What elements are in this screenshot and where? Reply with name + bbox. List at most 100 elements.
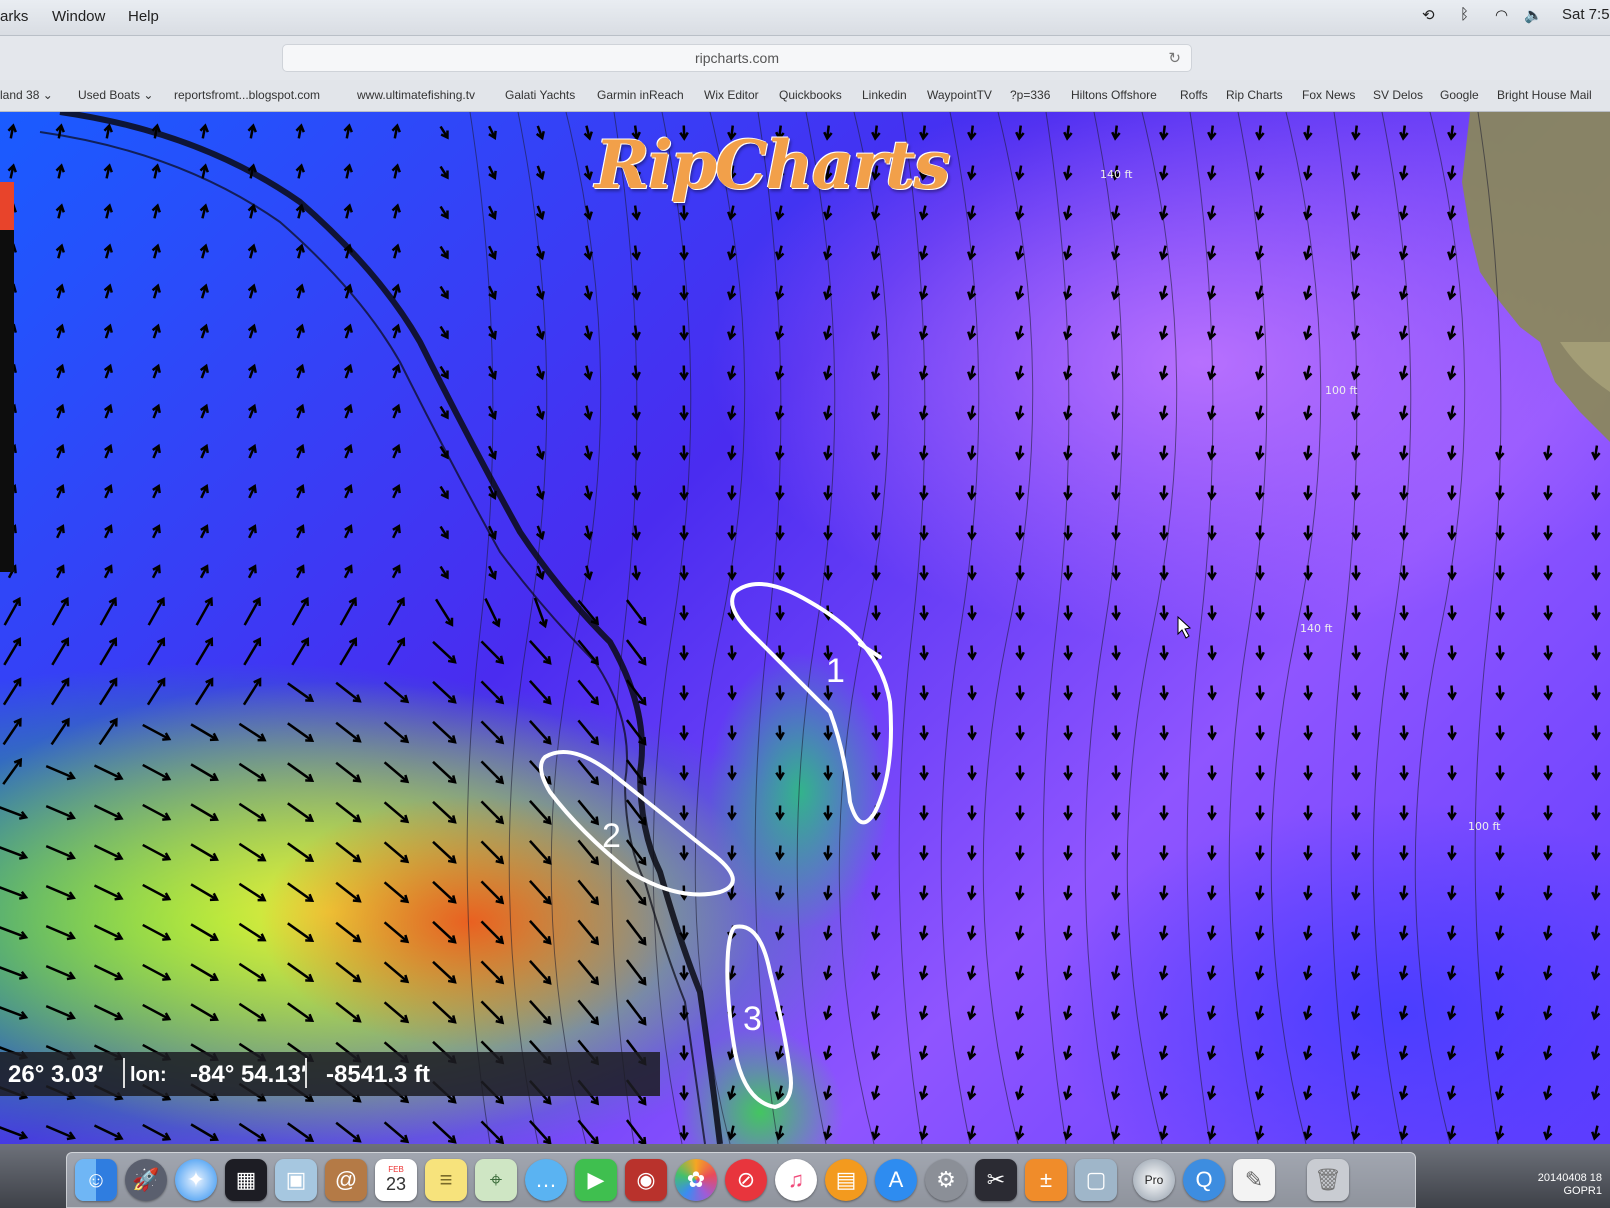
current-arrow [391,203,401,219]
menu-clock[interactable]: Sat 7:5 [1562,6,1610,23]
side-panel-handle[interactable] [0,182,14,572]
bookmark-item[interactable]: Galati Yachts [505,88,575,102]
volume-icon[interactable]: 🔈 [1524,6,1543,24]
current-map[interactable]: 1 2 3 140 ft 100 ft 140 ft 100 ft RipCha… [0,112,1610,1144]
messages-icon[interactable]: … [525,1159,567,1201]
current-arrow [1111,925,1121,941]
current-arrow [1207,725,1217,741]
bookmark-item[interactable]: Garmin inReach [597,88,684,102]
current-arrow [1015,565,1025,581]
reload-icon[interactable]: ↻ [1168,49,1181,67]
facetime-icon[interactable]: ▶ [575,1159,617,1201]
bluetooth-icon[interactable]: ᛒ [1460,6,1469,23]
current-arrow [194,677,214,706]
address-bar[interactable]: ripcharts.com ↻ [282,44,1192,72]
current-arrow [1063,845,1073,861]
current-arrow [190,923,219,942]
menu-help[interactable]: Help [128,8,159,25]
bookmark-item[interactable]: Quickbooks [779,88,842,102]
current-arrow [1447,485,1457,501]
current-arrow [392,483,401,499]
current-arrow [247,203,257,219]
current-arrow [1015,1085,1025,1101]
mission-control-icon[interactable]: ▦ [225,1159,267,1201]
current-arrow [823,765,833,781]
quicktime-icon[interactable]: Q [1183,1159,1225,1201]
bookmark-item[interactable]: reportsfromt...blogspot.com [174,88,320,102]
current-arrow [434,598,454,627]
notes-icon[interactable]: ≡ [425,1159,467,1201]
current-arrow [775,1085,785,1101]
bookmark-item[interactable]: WaypointTV [927,88,992,102]
current-arrow [823,485,833,501]
safari-icon[interactable]: ✦ [175,1159,217,1201]
current-arrow [679,1045,689,1061]
current-arrows [0,123,1601,1144]
current-arrow [1207,1045,1217,1061]
trash-icon[interactable]: 🗑 [1307,1159,1349,1201]
side-panel-tab[interactable] [0,182,14,230]
current-arrow [391,363,401,379]
final-cut-icon[interactable]: ✂ [975,1159,1017,1201]
current-arrow [1207,1005,1217,1021]
launchpad-icon[interactable]: 🚀 [125,1159,167,1201]
maps-icon[interactable]: ⌖ [475,1159,517,1201]
current-arrow [1447,325,1457,341]
bookmark-item[interactable]: Linkedin [862,88,907,102]
current-arrow [287,922,315,943]
menu-window[interactable]: Window [52,8,105,25]
bookmark-item[interactable]: Roffs [1180,88,1208,102]
current-arrow [1303,165,1313,181]
current-arrow [383,1121,410,1144]
current-arrow [871,765,881,781]
current-arrow [295,323,305,339]
bookmark-item[interactable]: land 38 ⌄ [0,88,53,102]
system-preferences-icon[interactable]: ⚙ [925,1159,967,1201]
finder-icon[interactable]: ☺ [75,1159,117,1201]
textedit-icon[interactable]: ✎ [1233,1159,1275,1201]
bookmark-item[interactable]: Rip Charts [1226,88,1283,102]
bookmark-item[interactable]: Google [1440,88,1479,102]
current-arrow [99,596,117,626]
current-arrow [383,881,410,904]
menu-bookmarks[interactable]: arks [0,8,28,25]
photo-booth-icon[interactable]: ◉ [625,1159,667,1201]
wifi-icon[interactable]: ◠ [1495,6,1508,24]
app-store-icon[interactable]: A [875,1159,917,1201]
current-arrow [1207,885,1217,901]
current-arrow [775,845,785,861]
current-arrow [142,843,172,861]
google-earth-pro-icon[interactable]: Pro [1133,1159,1175,1201]
depth-label: 100 ft [1325,384,1358,397]
preview-icon[interactable]: ▣ [275,1159,317,1201]
music-icon[interactable]: ♫ [775,1159,817,1201]
books-icon[interactable]: ▤ [825,1159,867,1201]
time-machine-icon[interactable]: ⟲ [1422,6,1435,24]
current-arrow [871,885,881,901]
contacts-icon[interactable]: @ [325,1159,367,1201]
bookmark-item[interactable]: Used Boats ⌄ [78,88,153,102]
news-icon[interactable]: ⊘ [725,1159,767,1201]
image-capture-icon[interactable]: ▢ [1075,1159,1117,1201]
bookmark-item[interactable]: Fox News [1302,88,1355,102]
current-arrow [335,921,362,943]
current-arrow [291,637,310,666]
current-arrow [528,680,552,705]
current-arrow [1159,285,1169,301]
bookmark-item[interactable]: www.ultimatefishing.tv [357,88,475,102]
current-arrow [432,840,457,864]
current-arrow [625,599,647,626]
current-arrow [1351,725,1361,741]
calendar-icon[interactable]: FEB 23 [375,1159,417,1201]
photos-icon[interactable]: ✿ [675,1159,717,1201]
bookmark-item[interactable]: SV Delos [1373,88,1423,102]
current-arrow [1111,1005,1121,1021]
bookmark-item[interactable]: ?p=336 [1010,88,1050,102]
bookmark-item[interactable]: Bright House Mail [1497,88,1592,102]
current-arrow [238,802,267,822]
calculator-icon[interactable]: ± [1025,1159,1067,1201]
bookmark-item[interactable]: Hiltons Offshore [1071,88,1157,102]
current-arrow [55,403,65,419]
bookmark-item[interactable]: Wix Editor [704,88,759,102]
current-arrow [528,1000,552,1025]
